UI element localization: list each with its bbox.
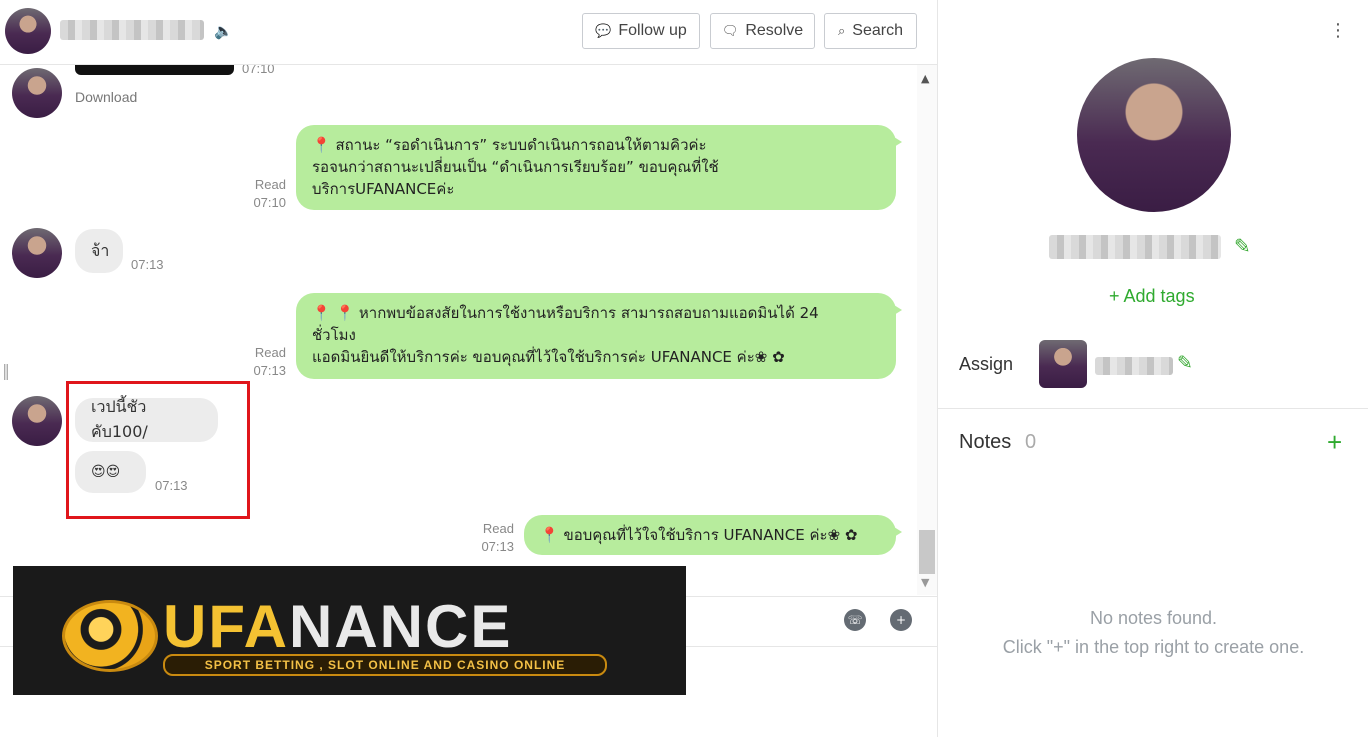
message-time: 07:10 bbox=[242, 65, 275, 76]
customer-avatar bbox=[12, 68, 62, 118]
assign-label: Assign bbox=[959, 354, 1014, 374]
resolve-label: Resolve bbox=[745, 22, 804, 39]
message-line: บริการUFANANCEค่ะ bbox=[312, 180, 455, 198]
brand-logo-text: UFANANCE bbox=[163, 594, 512, 660]
empty-notes-message: No notes found. Click "+" in the top rig… bbox=[938, 604, 1368, 662]
ufanance-banner: UFANANCE SPORT BETTING , SLOT ONLINE AND… bbox=[13, 566, 686, 695]
agent-message-bubble: 📍 📍 หากพบข้อสงสัยในการใช้งานหรือบริการ ส… bbox=[296, 293, 902, 379]
brand-tagline: SPORT BETTING , SLOT ONLINE AND CASINO O… bbox=[163, 654, 607, 676]
customer-avatar bbox=[12, 228, 62, 278]
contact-avatar[interactable] bbox=[5, 8, 51, 54]
read-status: Read bbox=[254, 177, 286, 192]
chat-bubble-icon: 💬 bbox=[595, 23, 612, 38]
message-line: ชั่วโมง bbox=[312, 326, 356, 344]
resolve-button[interactable]: 🗨 Resolve bbox=[710, 13, 815, 49]
empty-notes-line: No notes found. bbox=[1089, 608, 1218, 628]
chat-scrollbar[interactable] bbox=[917, 65, 937, 595]
profile-avatar bbox=[1077, 58, 1231, 212]
more-options-icon[interactable]: ⋮ bbox=[1329, 20, 1347, 41]
message-line: 📍 สถานะ “รอดำเนินการ” ระบบดำเนินการถอนให… bbox=[312, 136, 707, 154]
message-line: 📍 📍 หากพบข้อสงสัยในการใช้งานหรือบริการ ส… bbox=[312, 304, 819, 322]
search-icon: ⌕ bbox=[838, 23, 846, 38]
read-receipt: Read 07:13 bbox=[240, 344, 286, 380]
add-tags-button[interactable]: + Add tags bbox=[1109, 286, 1195, 307]
assignee-name-redacted bbox=[1095, 357, 1173, 375]
notes-count: 0 bbox=[1025, 431, 1037, 453]
scroll-up-arrow-icon[interactable]: ▲ bbox=[921, 72, 929, 85]
brand-part-b: NANCE bbox=[289, 593, 513, 660]
download-link[interactable]: Download bbox=[75, 89, 137, 105]
image-attachment[interactable] bbox=[75, 65, 234, 75]
speaker-icon[interactable]: 🔈 bbox=[214, 22, 233, 40]
agent-message-bubble: 📍 สถานะ “รอดำเนินการ” ระบบดำเนินการถอนให… bbox=[296, 125, 902, 210]
read-status: Read bbox=[482, 521, 514, 536]
add-sticker-icon[interactable]: + bbox=[890, 609, 912, 631]
highlight-box bbox=[66, 381, 250, 519]
customer-message-bubble: จ้า bbox=[75, 229, 123, 273]
section-divider bbox=[938, 408, 1368, 409]
search-button[interactable]: ⌕ Search bbox=[824, 13, 917, 49]
scroll-down-arrow-icon[interactable]: ▼ bbox=[921, 576, 929, 589]
read-receipt: Read 07:10 bbox=[240, 176, 286, 212]
message-time: 07:13 bbox=[131, 257, 164, 272]
contact-name-redacted bbox=[60, 20, 204, 40]
message-time: 07:13 bbox=[481, 539, 514, 554]
message-time: 07:10 bbox=[253, 195, 286, 210]
message-line: แอดมินยินดีให้บริการค่ะ ขอบคุณที่ไว้ใจใช… bbox=[312, 348, 785, 366]
brand-part-a: UFA bbox=[163, 593, 289, 660]
notes-title: Notes bbox=[959, 431, 1012, 453]
search-label: Search bbox=[852, 22, 903, 39]
follow-up-button[interactable]: 💬 Follow up bbox=[582, 13, 700, 49]
add-note-button[interactable]: + bbox=[1327, 427, 1342, 458]
message-list[interactable]: 07:10 Download Read 07:10 📍 สถานะ “รอดำเ… bbox=[0, 65, 917, 595]
empty-notes-hint: Click "+" in the top right to create one… bbox=[1002, 637, 1305, 657]
contact-sidebar: ⋮ ✎ + Add tags Assign ✎ Notes 0 + No not… bbox=[937, 0, 1368, 737]
read-status: Read bbox=[254, 345, 286, 360]
message-line: รอจนกว่าสถานะเปลี่ยนเป็น “ดำเนินการเรียบ… bbox=[312, 158, 719, 176]
message-time: 07:13 bbox=[253, 363, 286, 378]
message-line: 📍 ขอบคุณที่ไว้ใจใช้บริการ UFANANCE ค่ะ❀ … bbox=[540, 526, 858, 544]
resize-handle[interactable]: ‖ bbox=[2, 361, 10, 380]
customer-avatar bbox=[12, 396, 62, 446]
follow-up-label: Follow up bbox=[618, 22, 687, 39]
agent-message-bubble: 📍 ขอบคุณที่ไว้ใจใช้บริการ UFANANCE ค่ะ❀ … bbox=[524, 515, 902, 555]
soccer-ball-icon bbox=[62, 600, 158, 672]
assignee-avatar[interactable] bbox=[1039, 340, 1087, 388]
profile-name-redacted bbox=[1049, 235, 1221, 259]
message-text: จ้า bbox=[91, 240, 110, 260]
quick-reply-icon[interactable]: ☏ bbox=[844, 609, 866, 631]
scrollbar-thumb[interactable] bbox=[919, 530, 935, 574]
check-bubble-icon: 🗨 bbox=[721, 23, 739, 38]
chat-header: 🔈 💬 Follow up 🗨 Resolve ⌕ Search bbox=[0, 0, 937, 65]
edit-name-pencil-icon[interactable]: ✎ bbox=[1234, 234, 1251, 258]
read-receipt: Read 07:13 bbox=[468, 520, 514, 556]
edit-assignee-pencil-icon[interactable]: ✎ bbox=[1177, 352, 1193, 374]
